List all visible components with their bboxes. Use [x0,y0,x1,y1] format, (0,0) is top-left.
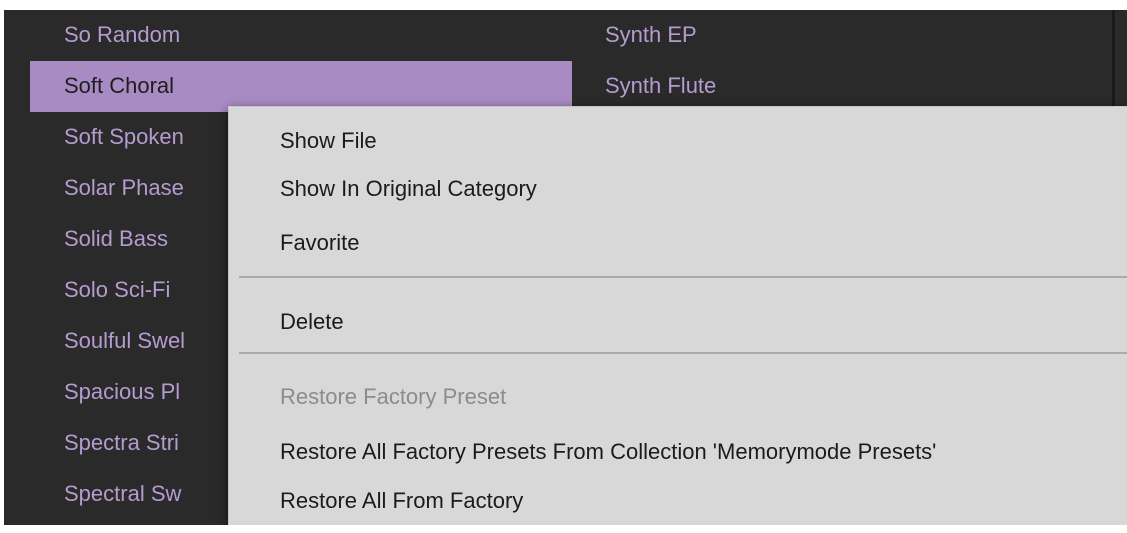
menu-item-restore-all-from-factory[interactable]: Restore All From Factory [280,481,523,521]
preset-item[interactable]: Synth Flute [575,61,1112,112]
menu-item-restore-factory-preset: Restore Factory Preset [280,384,507,409]
context-menu: Show File Show In Original Category Favo… [228,106,1127,526]
menu-item-delete[interactable]: Delete [280,302,344,342]
menu-separator [239,352,1127,354]
window-left-edge [0,0,4,533]
preset-list-right-column: Synth EP Synth Flute [575,10,1112,112]
window-top-edge [0,0,1127,10]
menu-item-favorite[interactable]: Favorite [280,223,359,263]
window-bottom-edge [0,525,1127,533]
menu-item-restore-all-factory-presets-from-collection[interactable]: Restore All Factory Presets From Collect… [280,432,936,472]
preset-browser: So Random Soft Choral Soft Spoken Solar … [0,0,1127,533]
menu-item-show-file[interactable]: Show File [280,121,377,161]
preset-item[interactable]: So Random [30,10,572,61]
preset-item[interactable]: Synth EP [575,10,1112,61]
preset-item-selected[interactable]: Soft Choral [30,61,572,112]
menu-item-show-in-original-category[interactable]: Show In Original Category [280,169,537,209]
menu-separator [239,276,1127,278]
